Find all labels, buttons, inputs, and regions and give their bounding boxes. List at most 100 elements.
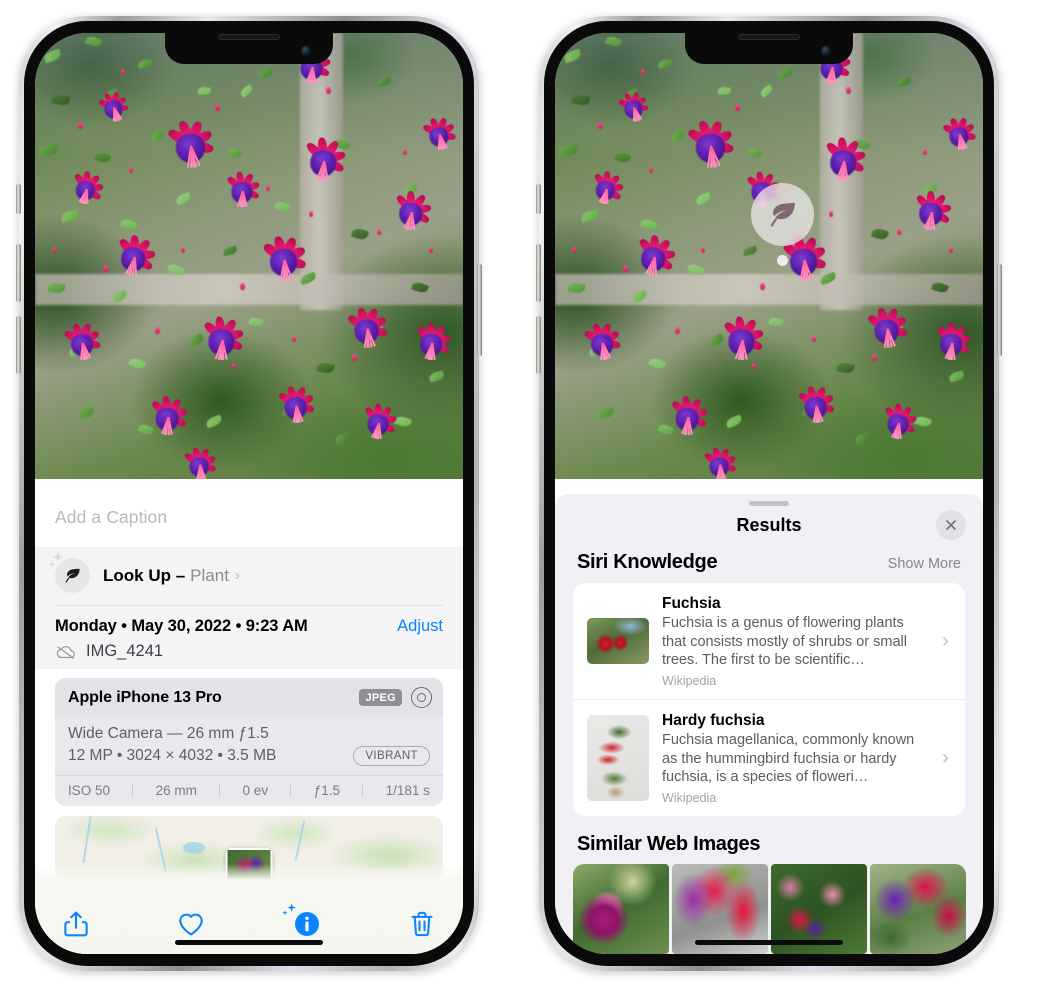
volume-down-button[interactable] [16, 316, 21, 374]
look-up-label: Look Up – [103, 565, 186, 585]
delete-button[interactable] [407, 909, 437, 939]
close-button[interactable] [936, 509, 966, 540]
fuchsia-bloom [409, 316, 455, 362]
metadata-date-row: Monday • May 30, 2022 • 9:23 AM Adjust [55, 617, 443, 636]
right-phone-device: Results Siri Knowledge Show More Fuchsia… [536, 16, 1002, 971]
fuchsia-bloom [223, 166, 263, 207]
fuchsia-bloom [273, 379, 318, 424]
bloom-stamen [632, 106, 635, 122]
results-sheet: Results Siri Knowledge Show More Fuchsia… [555, 493, 983, 954]
fuchsia-bloom [680, 110, 740, 170]
flower-bud [403, 148, 408, 155]
results-title: Results [736, 514, 802, 535]
close-icon [946, 520, 956, 530]
photo-info-sheet: Add a Caption Look Up – Plant › Monday •… [35, 490, 463, 954]
visual-look-up-anchor-dot [777, 255, 788, 266]
siri-knowledge-card: Fuchsia Fuchsia is a genus of flowering … [573, 582, 965, 816]
flower-bud [77, 122, 83, 130]
look-up-label-group: Look Up – Plant › [103, 566, 240, 586]
right-phone-bezel: Results Siri Knowledge Show More Fuchsia… [544, 21, 994, 966]
earpiece-speaker-icon [218, 34, 280, 40]
volume-down-button[interactable] [536, 316, 541, 374]
knowledge-description: Fuchsia magellanica, commonly known as t… [662, 732, 915, 786]
chevron-right-icon: › [942, 745, 949, 769]
share-icon [64, 911, 88, 937]
left-phone-screen: Add a Caption Look Up – Plant › Monday •… [35, 33, 463, 954]
divider [362, 784, 364, 797]
web-image-thumbnail[interactable] [870, 864, 966, 954]
chevron-right-icon: › [942, 628, 949, 652]
fuchsia-bloom [577, 315, 624, 362]
fuchsia-bloom [108, 225, 162, 279]
map-stream [295, 820, 306, 861]
fuchsia-bloom [387, 182, 436, 231]
flower-bud [52, 247, 57, 254]
flower-bud [700, 247, 705, 254]
flower-bud [120, 68, 125, 75]
knowledge-item[interactable]: Fuchsia Fuchsia is a genus of flowering … [573, 583, 965, 699]
camera-info-card[interactable]: Apple iPhone 13 Pro JPEG Wide Camera — 2… [55, 678, 443, 806]
similar-web-images-title: Similar Web Images [577, 833, 761, 855]
section-title: Siri Knowledge [577, 550, 718, 573]
screenshot-canvas: Add a Caption Look Up – Plant › Monday •… [0, 0, 1055, 985]
knowledge-description: Fuchsia is a genus of flowering plants t… [662, 615, 907, 669]
fuchsia-bloom [160, 110, 220, 170]
camera-header-badges: JPEG [359, 687, 432, 708]
show-more-button[interactable]: Show More [888, 556, 961, 572]
camera-card-header: Apple iPhone 13 Pro JPEG [55, 678, 443, 717]
caption-row[interactable]: Add a Caption [35, 490, 463, 547]
share-button[interactable] [61, 909, 91, 939]
knowledge-source: Wikipedia [662, 791, 717, 805]
photo-date: Monday • May 30, 2022 • 9:23 AM [55, 617, 308, 635]
fuchsia-bloom [699, 442, 737, 479]
divider [290, 784, 292, 797]
fuchsia-bloom [255, 227, 310, 282]
flower-bud [180, 247, 185, 254]
visual-look-up-badge[interactable] [751, 183, 814, 246]
flower-bud [734, 104, 740, 112]
fuchsia-bloom [716, 308, 767, 360]
fuchsia-bloom [57, 315, 104, 362]
flower-bud [640, 68, 645, 75]
metadata-block: Monday • May 30, 2022 • 9:23 AM Adjust I… [35, 605, 463, 669]
look-up-row[interactable]: Look Up – Plant › [35, 547, 463, 605]
fuchsia-bloom [861, 298, 912, 349]
flower-bud [326, 86, 332, 94]
camera-model: Apple iPhone 13 Pro [68, 688, 222, 706]
home-indicator[interactable] [175, 940, 323, 945]
camera-specs: 12 MP • 3024 × 4032 • 3.5 MB [68, 747, 277, 764]
knowledge-item[interactable]: Hardy fuchsia Fuchsia magellanica, commo… [573, 698, 965, 816]
photo-viewer[interactable] [555, 33, 983, 479]
favorite-button[interactable] [176, 909, 206, 939]
volume-up-button[interactable] [536, 244, 541, 302]
fuchsia-bloom [907, 182, 956, 231]
left-phone-device: Add a Caption Look Up – Plant › Monday •… [16, 16, 482, 971]
flower-bud [308, 211, 313, 218]
knowledge-body: Fuchsia Fuchsia is a genus of flowering … [662, 594, 929, 688]
info-button[interactable] [282, 903, 322, 939]
toolbar-fade [35, 864, 463, 880]
photo-rail [555, 273, 983, 306]
power-button[interactable] [477, 264, 482, 356]
fuchsia-bloom [628, 225, 682, 279]
fuchsia-bloom [664, 388, 711, 435]
exif-value: 0 ev [242, 783, 269, 798]
knowledge-thumbnail [587, 617, 649, 664]
front-camera-icon [821, 46, 831, 56]
knowledge-title: Hardy fuchsia [662, 711, 765, 729]
mute-switch[interactable] [16, 184, 21, 214]
adjust-button[interactable]: Adjust [397, 617, 443, 636]
home-indicator[interactable] [695, 940, 843, 945]
web-image-thumbnail[interactable] [573, 864, 669, 954]
power-button[interactable] [997, 264, 1002, 356]
caption-input[interactable]: Add a Caption [55, 507, 443, 528]
fuchsia-bloom [929, 316, 975, 362]
mute-switch[interactable] [536, 184, 541, 214]
flower-bud [923, 148, 928, 155]
photo-viewer[interactable] [35, 33, 463, 479]
flower-bud [948, 247, 953, 254]
right-phone-screen: Results Siri Knowledge Show More Fuchsia… [555, 33, 983, 954]
knowledge-source: Wikipedia [662, 673, 717, 688]
left-phone-bezel: Add a Caption Look Up – Plant › Monday •… [24, 21, 474, 966]
volume-up-button[interactable] [16, 244, 21, 302]
